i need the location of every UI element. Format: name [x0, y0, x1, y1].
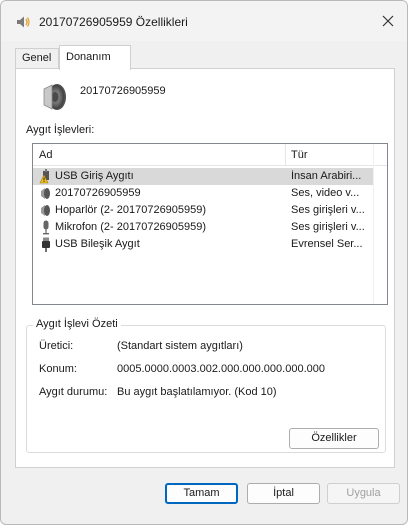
close-icon	[382, 15, 394, 30]
tab-general[interactable]: Genel	[15, 48, 59, 68]
list-item-name: 20170726905959	[55, 187, 141, 199]
list-item[interactable]: Hoparlör (2- 20170726905959) Ses girişle…	[33, 202, 373, 219]
properties-dialog: 20170726905959 Özellikleri Genel Donanım	[0, 0, 408, 525]
speaker-icon	[15, 14, 31, 30]
usb-icon	[39, 237, 53, 252]
summary-title: Aygıt İşlevi Özeti	[33, 318, 121, 330]
device-name: 20170726905959	[80, 85, 166, 97]
column-divider-line	[373, 144, 374, 304]
manufacturer-label: Üretici:	[39, 340, 74, 352]
location-label: Konum:	[39, 363, 77, 375]
speaker-icon	[39, 186, 53, 201]
device-functions-label: Aygıt İşlevleri:	[26, 124, 95, 136]
status-value: Bu aygıt başlatılamıyor. (Kod 10)	[117, 386, 277, 398]
list-item-name: USB Bileşik Aygıt	[55, 238, 140, 250]
list-header: Ad Tür	[33, 144, 387, 166]
list-item-type: Evrensel Ser...	[291, 238, 363, 250]
list-item-name: Hoparlör (2- 20170726905959)	[55, 204, 207, 216]
location-value: 0005.0000.0003.002.000.000.000.000.000	[117, 363, 325, 375]
cancel-button[interactable]: İptal	[247, 483, 320, 504]
list-item-type: İnsan Arabiri...	[291, 170, 362, 182]
warning-hid-icon	[39, 169, 53, 184]
window-title: 20170726905959 Özellikleri	[39, 15, 188, 29]
microphone-icon	[39, 220, 53, 235]
speaker-icon	[38, 81, 70, 113]
apply-button[interactable]: Uygula	[327, 483, 400, 504]
hardware-panel: 20170726905959 Aygıt İşlevleri: Ad Tür U…	[15, 68, 395, 468]
list-item[interactable]: USB Bileşik Aygıt Evrensel Ser...	[33, 236, 373, 253]
device-functions-list[interactable]: Ad Tür USB Giriş Aygıtı İnsan Arabiri...	[32, 143, 388, 305]
list-item[interactable]: 20170726905959 Ses, video v...	[33, 185, 373, 202]
manufacturer-value: (Standart sistem aygıtları)	[117, 340, 243, 352]
list-item-type: Ses girişleri v...	[291, 221, 365, 233]
speaker-icon	[39, 203, 53, 218]
column-header-type[interactable]: Tür	[291, 149, 308, 161]
column-divider[interactable]	[285, 144, 286, 166]
title-bar: 20170726905959 Özellikleri	[1, 1, 407, 41]
list-item-type: Ses, video v...	[291, 187, 360, 199]
ok-button[interactable]: Tamam	[165, 483, 238, 504]
tab-hardware[interactable]: Donanım	[59, 45, 131, 70]
close-button[interactable]	[373, 7, 403, 37]
status-label: Aygıt durumu:	[39, 386, 108, 398]
list-item-name: Mikrofon (2- 20170726905959)	[55, 221, 207, 233]
function-summary-group: Aygıt İşlevi Özeti Üretici: (Standart si…	[26, 318, 386, 453]
dialog-footer: Tamam İptal Uygula	[1, 471, 407, 524]
properties-button[interactable]: Özellikler	[289, 428, 379, 449]
list-item[interactable]: Mikrofon (2- 20170726905959) Ses girişle…	[33, 219, 373, 236]
column-header-name[interactable]: Ad	[39, 149, 52, 161]
list-item-name: USB Giriş Aygıtı	[55, 170, 134, 182]
list-item-type: Ses girişleri v...	[291, 204, 365, 216]
list-item[interactable]: USB Giriş Aygıtı İnsan Arabiri...	[33, 168, 373, 185]
